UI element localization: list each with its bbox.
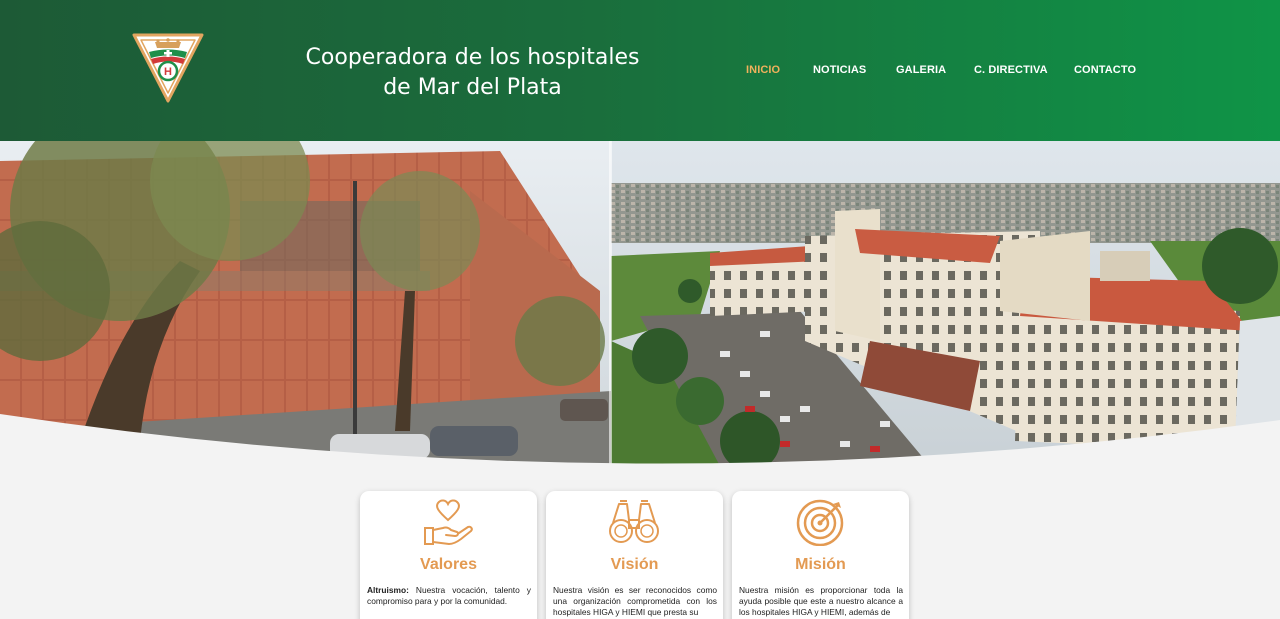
binoculars-icon: [609, 500, 659, 543]
card-mision-title: Misión: [795, 556, 846, 573]
card-valores-text: Altruismo: Nuestra vocación, talento y c…: [367, 585, 531, 607]
main-nav: INICIO NOTICIAS GALERIA C. DIRECTIVA CON…: [0, 64, 1280, 78]
card-valores-title: Valores: [420, 556, 477, 573]
card-valores-lead: Altruismo:: [367, 585, 409, 595]
nav-inicio[interactable]: INICIO: [746, 64, 780, 76]
card-vision-body: Nuestra visión es ser reconocidos como u…: [553, 585, 717, 617]
card-vision-title: Visión: [610, 556, 659, 573]
target-icon: [796, 499, 844, 546]
card-vision: Visión Nuestra visión es ser reconocidos…: [546, 491, 723, 619]
card-mision: Misión Nuestra misión es proporcionar to…: [732, 491, 909, 619]
nav-c-directiva[interactable]: C. DIRECTIVA: [974, 64, 1048, 76]
card-vision-text: Nuestra visión es ser reconocidos como u…: [553, 585, 717, 618]
hero-bottom-curve: [0, 414, 1280, 480]
site-header: H Cooperadora de los hospitales de Mar d…: [0, 0, 1280, 141]
nav-contacto[interactable]: CONTACTO: [1074, 64, 1136, 76]
card-mision-body: Nuestra misión es proporcionar toda la a…: [739, 585, 903, 617]
nav-galeria[interactable]: GALERIA: [896, 64, 946, 76]
card-valores: Valores Altruismo: Nuestra vocación, tal…: [360, 491, 537, 619]
nav-noticias[interactable]: NOTICIAS: [813, 64, 866, 76]
card-mision-text: Nuestra misión es proporcionar toda la a…: [739, 585, 903, 618]
heart-hand-icon: [424, 499, 473, 545]
